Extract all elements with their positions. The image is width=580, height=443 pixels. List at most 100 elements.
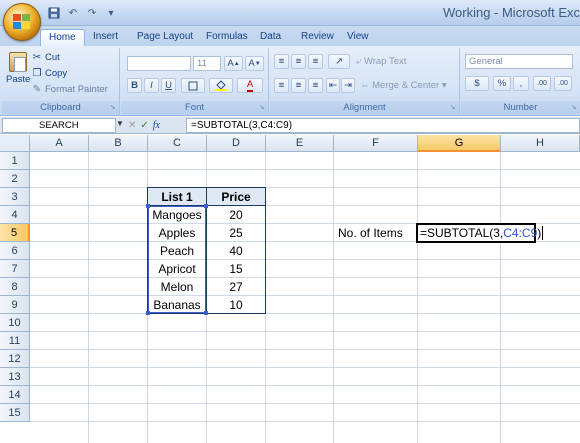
cancel-icon[interactable]: ✕	[128, 120, 136, 131]
gridline	[30, 205, 580, 206]
italic-button[interactable]: I	[144, 78, 159, 93]
undo-icon[interactable]: ↶	[65, 5, 81, 21]
increase-indent-button[interactable]: ⇥	[341, 78, 355, 93]
format-painter-button[interactable]: ✎ Format Painter	[32, 83, 108, 97]
decrease-indent-button[interactable]: ⇤	[326, 78, 340, 93]
gridline	[417, 152, 418, 443]
row-header-9[interactable]: 9	[0, 296, 30, 314]
alignment-launcher-icon[interactable]: ↘	[448, 103, 457, 112]
align-middle-button[interactable]: ≡	[291, 54, 306, 69]
column-header-b[interactable]: B	[89, 135, 148, 152]
customize-icon[interactable]: ▾	[103, 5, 119, 21]
align-bottom-button[interactable]: ≡	[308, 54, 323, 69]
gridline	[30, 421, 580, 422]
bold-button[interactable]: B	[127, 78, 142, 93]
column-header-h[interactable]: H	[501, 135, 580, 152]
gridline	[30, 169, 580, 170]
insert-function-icon[interactable]: fx	[153, 120, 160, 131]
font-name-select[interactable]	[127, 56, 191, 71]
column-header-f[interactable]: F	[334, 135, 418, 152]
column-header-c[interactable]: C	[148, 135, 207, 152]
number-format-select[interactable]: General	[465, 54, 573, 69]
align-center-button[interactable]: ≡	[291, 78, 306, 93]
row-header-6[interactable]: 6	[0, 242, 30, 260]
column-header-g[interactable]: G	[418, 135, 501, 152]
tab-home[interactable]: Home	[40, 29, 85, 46]
office-button[interactable]	[3, 3, 41, 41]
copy-button[interactable]: ❐ Copy	[32, 67, 68, 81]
orientation-button[interactable]: ↗	[328, 54, 350, 69]
copy-icon: ❐	[32, 68, 42, 79]
borders-button[interactable]	[181, 78, 205, 93]
row-header-10[interactable]: 10	[0, 314, 30, 332]
range-handle[interactable]	[146, 204, 150, 208]
name-box[interactable]: SEARCH	[2, 118, 116, 133]
font-color-button[interactable]: A	[237, 78, 263, 93]
referenced-range-highlight	[148, 206, 206, 313]
align-right-button[interactable]: ≡	[308, 78, 323, 93]
wrap-text-button[interactable]: ⤶ Wrap Text	[356, 54, 406, 69]
row-header-11[interactable]: 11	[0, 332, 30, 350]
row-header-5[interactable]: 5	[0, 224, 30, 242]
align-top-button[interactable]: ≡	[274, 54, 289, 69]
active-cell-formula[interactable]: =SUBTOTAL(3,C4:C9)	[420, 224, 544, 242]
brush-icon: ✎	[32, 84, 42, 95]
clipboard-group: Paste ✂ Cut ❐ Copy ✎ Format Painter Clip…	[2, 48, 120, 114]
redo-icon[interactable]: ↷	[84, 5, 100, 21]
tab-page-layout[interactable]: Page Layout	[137, 29, 193, 46]
percent-button[interactable]: %	[493, 76, 511, 91]
column-header-d[interactable]: D	[207, 135, 266, 152]
title-bar: ↶ ↷ ▾ Working - Microsoft Exc	[0, 0, 580, 26]
range-handle[interactable]	[146, 311, 150, 315]
row-header-3[interactable]: 3	[0, 188, 30, 206]
currency-button[interactable]: $	[465, 76, 489, 91]
comma-button[interactable]: ,	[513, 76, 529, 91]
range-handle[interactable]	[204, 311, 208, 315]
row-header-1[interactable]: 1	[0, 152, 30, 170]
tab-view[interactable]: View	[347, 29, 369, 46]
underline-button[interactable]: U	[161, 78, 176, 93]
increase-decimal-button[interactable]: .00	[533, 76, 551, 91]
alignment-group: ≡ ≡ ≡ ↗ ⤶ Wrap Text ≡ ≡ ≡ ⇤ ⇥ ⇔ Merge & …	[270, 48, 460, 114]
row-header-8[interactable]: 8	[0, 278, 30, 296]
range-handle[interactable]	[204, 204, 208, 208]
decrease-decimal-button[interactable]: .00	[554, 76, 572, 91]
merge-center-button[interactable]: ⇔ Merge & Center ▾	[360, 78, 447, 93]
font-launcher-icon[interactable]: ↘	[257, 103, 266, 112]
column-header-e[interactable]: E	[266, 135, 334, 152]
tab-review[interactable]: Review	[301, 29, 334, 46]
number-label: Number	[461, 101, 580, 114]
row-header-4[interactable]: 4	[0, 206, 30, 224]
formula-input[interactable]: =SUBTOTAL(3,C4:C9)	[186, 118, 580, 133]
align-left-button[interactable]: ≡	[274, 78, 289, 93]
row-header-13[interactable]: 13	[0, 368, 30, 386]
label-cell-f5[interactable]: No. of Items	[338, 224, 403, 242]
cut-button[interactable]: ✂ Cut	[32, 51, 60, 65]
gridline	[30, 187, 580, 188]
clipboard-launcher-icon[interactable]: ↘	[108, 103, 117, 112]
ribbon: Paste ✂ Cut ❐ Copy ✎ Format Painter Clip…	[0, 46, 580, 116]
font-size-select[interactable]: 11	[193, 56, 221, 71]
select-all-corner[interactable]	[0, 135, 30, 152]
row-header-14[interactable]: 14	[0, 386, 30, 404]
gridline	[30, 277, 580, 278]
tab-data[interactable]: Data	[260, 29, 281, 46]
save-icon[interactable]	[46, 5, 62, 21]
row-header-2[interactable]: 2	[0, 170, 30, 188]
paste-button[interactable]: Paste	[6, 52, 30, 94]
name-box-dropdown-icon[interactable]: ▼	[116, 119, 124, 128]
ribbon-tabs: Home Insert Page Layout Formulas Data Re…	[0, 26, 580, 46]
enter-icon[interactable]: ✓	[140, 120, 148, 131]
grow-font-button[interactable]: A ▲	[224, 56, 243, 71]
tab-formulas[interactable]: Formulas	[206, 29, 248, 46]
shrink-font-button[interactable]: A ▼	[245, 56, 264, 71]
fill-color-button[interactable]	[209, 78, 233, 93]
row-header-12[interactable]: 12	[0, 350, 30, 368]
tab-insert[interactable]: Insert	[93, 29, 118, 46]
row-header-15[interactable]: 15	[0, 404, 30, 422]
column-header-a[interactable]: A	[30, 135, 89, 152]
gridline	[30, 367, 580, 368]
clipboard-icon	[9, 52, 27, 72]
number-launcher-icon[interactable]: ↘	[569, 103, 578, 112]
row-header-7[interactable]: 7	[0, 260, 30, 278]
